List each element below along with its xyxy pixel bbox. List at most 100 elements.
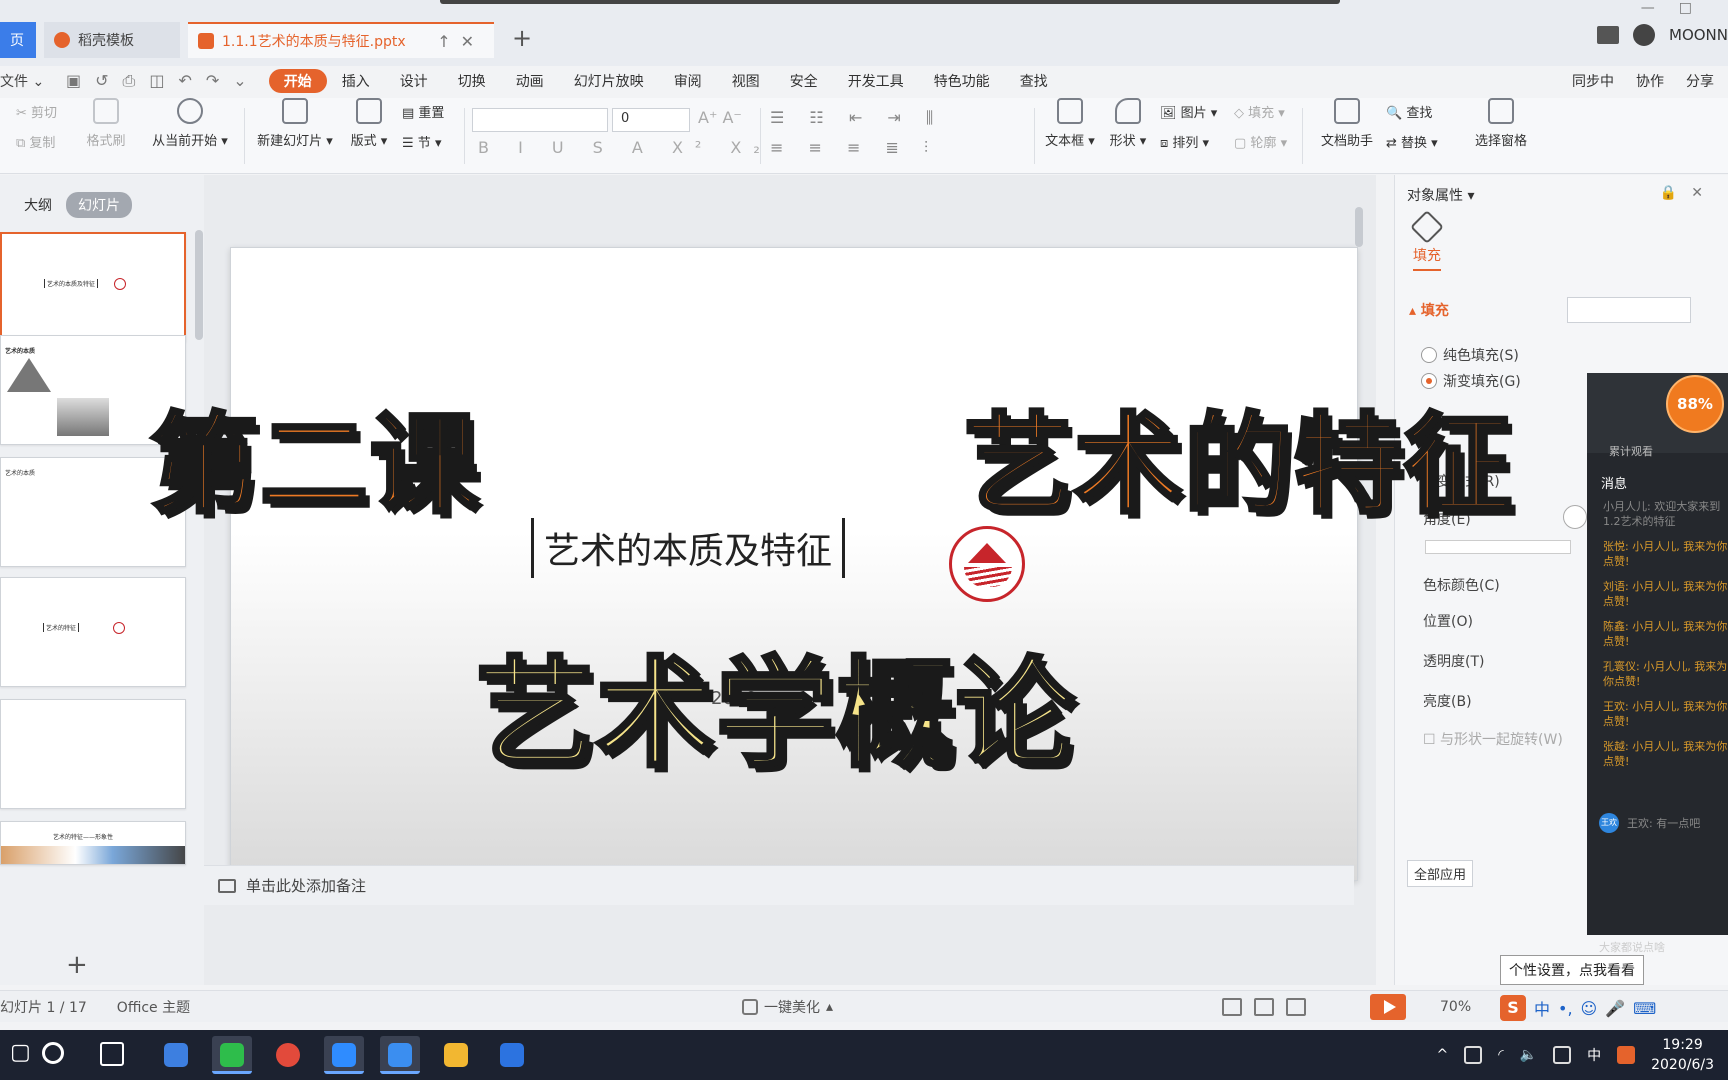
play-from-current-button[interactable]: 从当前开始 ▾: [144, 98, 236, 149]
more-icon[interactable]: ⌄: [233, 71, 246, 91]
arrange-button[interactable]: ⧈ 排列 ▾: [1160, 132, 1209, 151]
text-format-buttons[interactable]: B I U S A X² X₂: [478, 138, 772, 157]
ime-punct-icon[interactable]: •,: [1558, 999, 1573, 1018]
percent-badge[interactable]: 88%: [1666, 375, 1724, 433]
cut-button[interactable]: ✂ 剪切: [16, 102, 57, 121]
angle-slider[interactable]: [1425, 540, 1571, 554]
meeting-app-icon[interactable]: [380, 1036, 420, 1074]
angle-knob[interactable]: [1563, 505, 1587, 529]
menu-item[interactable]: 开发工具: [833, 69, 919, 93]
font-name-select[interactable]: [472, 108, 608, 132]
replace-button[interactable]: ⇄ 替换 ▾: [1386, 132, 1438, 151]
tab-document[interactable]: 1.1.1艺术的本质与特征.pptx ↑✕: [188, 22, 494, 58]
section-button[interactable]: ☰ 节 ▾: [402, 132, 441, 151]
undo-icon[interactable]: ↶: [178, 71, 191, 91]
account-name[interactable]: MOONN: [1669, 26, 1728, 44]
tab-close-icon[interactable]: ↑✕: [437, 32, 484, 51]
battery-icon[interactable]: [1553, 1046, 1572, 1064]
slide-thumbnail[interactable]: 艺术的本质及特征: [0, 232, 186, 342]
fill-dropdown[interactable]: [1567, 297, 1691, 323]
list-buttons[interactable]: ☰ ☷ ⇤ ⇥ ⫼: [770, 108, 943, 128]
slideshow-play-button[interactable]: [1370, 993, 1406, 1020]
input-language[interactable]: 中: [1587, 1045, 1601, 1065]
panel-title[interactable]: 对象属性 ▾: [1407, 185, 1474, 205]
doc-assistant-button[interactable]: 文档助手: [1312, 98, 1382, 149]
outline-button[interactable]: ▢ 轮廓 ▾: [1234, 132, 1287, 151]
reset-button[interactable]: ▤ 重置: [402, 102, 444, 121]
print-icon[interactable]: ⎙: [123, 71, 136, 91]
ime-language[interactable]: 中: [1534, 996, 1550, 1020]
textbox-button[interactable]: 文本框 ▾: [1040, 98, 1100, 149]
layout-button[interactable]: 版式 ▾: [346, 98, 392, 149]
avatar[interactable]: [1633, 24, 1655, 46]
menu-item[interactable]: 特色功能: [919, 69, 1005, 93]
ime-tray-icon[interactable]: [1617, 1046, 1636, 1064]
reading-view-icon[interactable]: [1286, 997, 1306, 1016]
chat-input-placeholder[interactable]: 大家都说点啥: [1599, 939, 1665, 955]
save-icon[interactable]: ▣: [66, 71, 81, 91]
slide-thumbnail[interactable]: 艺术的特征: [0, 577, 186, 687]
slide-title[interactable]: 艺术的本质及特征: [531, 518, 846, 578]
beautify-button[interactable]: 一键美化 ▴: [742, 997, 833, 1017]
editor-scrollbar[interactable]: [1354, 181, 1364, 981]
find-button[interactable]: 🔍 查找: [1386, 102, 1432, 121]
notes-area[interactable]: 单击此处添加备注: [204, 865, 1354, 905]
outline-tab[interactable]: 大纲: [24, 195, 52, 215]
rotate-with-shape-checkbox[interactable]: ☐ 与形状一起旋转(W): [1423, 729, 1563, 749]
format-painter-button[interactable]: 格式刷: [76, 98, 136, 149]
picture-button[interactable]: 🖼 图片 ▾: [1160, 102, 1217, 121]
theme-label[interactable]: Office 主题: [117, 997, 190, 1017]
font-grow-icon[interactable]: A⁺ A⁻: [698, 108, 742, 127]
tab-home[interactable]: 页: [0, 22, 36, 58]
task-view-icon[interactable]: [100, 1042, 124, 1066]
apply-all-button[interactable]: 全部应用: [1407, 860, 1474, 887]
menu-item[interactable]: 切换: [443, 69, 501, 93]
undo-history-icon[interactable]: ↺: [95, 71, 108, 91]
mic-icon[interactable]: 🎤: [1605, 999, 1625, 1018]
wps-app-icon[interactable]: [492, 1036, 532, 1074]
menu-item[interactable]: 幻灯片放映: [559, 69, 659, 93]
slide-icon[interactable]: [1597, 26, 1619, 44]
network-icon[interactable]: [1464, 1046, 1483, 1064]
menu-item[interactable]: 视图: [717, 69, 775, 93]
slide-thumbnail[interactable]: 艺术的特征——形象性: [0, 821, 186, 865]
menu-item[interactable]: 开始: [268, 69, 327, 93]
window-controls[interactable]: —□: [1641, 0, 1716, 16]
tray-expand-icon[interactable]: ^: [1437, 1047, 1449, 1063]
menu-item[interactable]: 设计: [385, 69, 443, 93]
menu-item[interactable]: 安全: [775, 69, 833, 93]
mail-app-icon[interactable]: [156, 1036, 196, 1074]
menu-right-action[interactable]: 分享: [1686, 71, 1714, 91]
chrome-app-icon[interactable]: [268, 1036, 308, 1074]
selection-pane-button[interactable]: 选择窗格: [1466, 98, 1536, 149]
thumbnail-scrollbar[interactable]: [195, 230, 203, 340]
font-size-select[interactable]: 0: [612, 108, 690, 132]
solid-fill-option[interactable]: 纯色填充(S): [1421, 345, 1519, 365]
add-slide-button[interactable]: +: [66, 950, 88, 980]
menu-item[interactable]: 查找: [1005, 69, 1063, 93]
tab-templates[interactable]: 稻壳模板: [44, 22, 180, 58]
fill-button[interactable]: ◇ 填充 ▾: [1234, 102, 1285, 121]
wechat-app-icon[interactable]: [212, 1036, 252, 1074]
file-menu[interactable]: 文件 ⌄: [0, 71, 48, 91]
menu-item[interactable]: 审阅: [659, 69, 717, 93]
fill-section-header[interactable]: ▴ 填充: [1409, 300, 1449, 320]
menu-item[interactable]: 动画: [501, 69, 559, 93]
wifi-icon[interactable]: ◜: [1498, 1047, 1503, 1063]
explorer-app-icon[interactable]: [436, 1036, 476, 1074]
zoom-level[interactable]: 70%: [1440, 999, 1471, 1015]
ime-toolbar[interactable]: S 中 •, ☺ 🎤 ⌨: [1500, 995, 1656, 1021]
slide-thumbnail[interactable]: [0, 699, 186, 809]
menu-right-action[interactable]: 同步中: [1572, 71, 1614, 91]
preview-icon[interactable]: ◫: [149, 71, 164, 91]
keyboard-icon[interactable]: ⌨: [1633, 999, 1656, 1018]
panel-close-icon[interactable]: 🔒✕: [1660, 185, 1717, 205]
normal-view-icon[interactable]: [1222, 997, 1242, 1016]
slides-tab[interactable]: 幻灯片: [66, 192, 132, 218]
fill-tab[interactable]: 填充: [1410, 210, 1444, 271]
redo-icon[interactable]: ↷: [206, 71, 219, 91]
new-slide-button[interactable]: 新建幻灯片 ▾: [252, 98, 338, 149]
menu-item[interactable]: 插入: [327, 69, 385, 93]
volume-icon[interactable]: 🔈: [1520, 1047, 1537, 1063]
account-area[interactable]: MOONN: [1597, 24, 1728, 46]
